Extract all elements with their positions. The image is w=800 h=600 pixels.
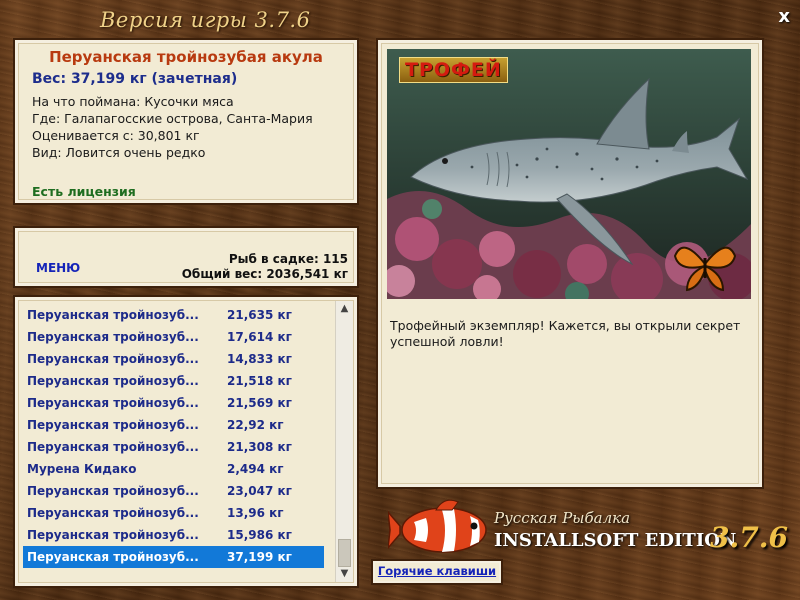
rating-line: Оценивается с: 30,801 кг xyxy=(32,128,200,143)
fish-details: На что поймана: Кусочки мяса Где: Галапа… xyxy=(32,93,340,161)
catch-fish-name: Мурена Кидако xyxy=(27,462,137,476)
catch-list-row[interactable]: Перуанская тройнозуб... 15,986 кг xyxy=(23,524,324,546)
catch-fish-name: Перуанская тройнозуб... xyxy=(27,550,199,564)
catch-list-row[interactable]: Перуанская тройнозуб... 22,92 кг xyxy=(23,414,324,436)
catch-list-row[interactable]: Перуанская тройнозуб... 37,199 кг xyxy=(23,546,324,568)
catch-fish-weight: 21,308 кг xyxy=(227,440,292,454)
hotkeys-button[interactable]: Горячие клавиши xyxy=(373,561,501,583)
catch-list-rows: Перуанская тройнозуб... 21,635 кг Перуанск… xyxy=(23,304,324,568)
catch-fish-weight: 23,047 кг xyxy=(227,484,292,498)
catch-fish-weight: 21,635 кг xyxy=(227,308,292,322)
license-status: Есть лицензия xyxy=(32,184,136,199)
menu-button[interactable]: МЕНЮ xyxy=(36,261,80,275)
window-title: Версия игры 3.7.6 xyxy=(100,8,311,32)
scroll-thumb[interactable] xyxy=(338,539,351,567)
catch-fish-weight: 22,92 кг xyxy=(227,418,284,432)
catch-fish-weight: 37,199 кг xyxy=(227,550,292,564)
keepnet-stats-panel: МЕНЮ Рыб в садке: 115 Общий вес: 2036,54… xyxy=(15,228,357,286)
fish-name: Перуанская тройнозубая акула xyxy=(49,48,323,66)
trophy-panel: ТРОФЕЙ Трофейный экземпляр! Кажется, вы … xyxy=(378,40,762,487)
scroll-up-icon[interactable]: ▲ xyxy=(336,301,353,317)
catch-fish-name: Перуанская тройнозуб... xyxy=(27,374,199,388)
catch-fish-name: Перуанская тройнозуб... xyxy=(27,418,199,432)
shark-photo: ТРОФЕЙ xyxy=(387,49,751,299)
bait-line: На что поймана: Кусочки мяса xyxy=(32,94,234,109)
catch-fish-name: Перуанская тройнозуб... xyxy=(27,330,199,344)
total-weight: Общий вес: 2036,541 кг xyxy=(181,267,348,281)
catch-fish-weight: 21,569 кг xyxy=(227,396,292,410)
catch-list-row[interactable]: Перуанская тройнозуб... 23,047 кг xyxy=(23,480,324,502)
catch-list[interactable]: Перуанская тройнозуб... 21,635 кг Перуанск… xyxy=(15,297,357,586)
catch-fish-name: Перуанская тройнозуб... xyxy=(27,308,199,322)
catch-fish-weight: 15,986 кг xyxy=(227,528,292,542)
catch-list-row[interactable]: Перуанская тройнозуб... 17,614 кг xyxy=(23,326,324,348)
catch-list-row[interactable]: Перуанская тройнозуб... 21,518 кг xyxy=(23,370,324,392)
close-button[interactable]: x xyxy=(778,6,790,27)
shark-image xyxy=(387,49,751,299)
fish-count: Рыб в садке: 115 xyxy=(228,252,348,266)
catch-fish-name: Перуанская тройнозуб... xyxy=(27,528,199,542)
catch-fish-name: Перуанская тройнозуб... xyxy=(27,440,199,454)
catch-list-row[interactable]: Перуанская тройнозуб... 21,308 кг xyxy=(23,436,324,458)
trophy-description: Трофейный экземпляр! Кажется, вы открыли… xyxy=(390,318,741,349)
catch-fish-weight: 14,833 кг xyxy=(227,352,292,366)
scroll-down-icon[interactable]: ▼ xyxy=(336,566,353,582)
catch-fish-weight: 17,614 кг xyxy=(227,330,292,344)
logo-version: 3.7.6 xyxy=(710,521,788,554)
trophy-badge: ТРОФЕЙ xyxy=(399,57,508,83)
catch-fish-name: Перуанская тройнозуб... xyxy=(27,484,199,498)
catch-list-row[interactable]: Перуанская тройнозуб... 14,833 кг xyxy=(23,348,324,370)
catch-fish-name: Перуанская тройнозуб... xyxy=(27,396,199,410)
catch-fish-weight: 13,96 кг xyxy=(227,506,284,520)
catch-fish-name: Перуанская тройнозуб... xyxy=(27,506,199,520)
catch-list-row[interactable]: Перуанская тройнозуб... 13,96 кг xyxy=(23,502,324,524)
keepnet-stats: Рыб в садке: 115 Общий вес: 2036,541 кг xyxy=(182,252,348,282)
catch-list-row[interactable]: Мурена Кидако 2,494 кг xyxy=(23,458,324,480)
logo-edition: INSTALLSOFT EDITION xyxy=(494,530,737,551)
catch-fish-weight: 2,494 кг xyxy=(227,462,284,476)
rarity-line: Вид: Ловится очень редко xyxy=(32,145,206,160)
logo-subtitle: Русская Рыбалка xyxy=(494,509,631,527)
catch-fish-name: Перуанская тройнозуб... xyxy=(27,352,199,366)
fish-weight: Вес: 37,199 кг (зачетная) xyxy=(32,71,238,87)
catch-list-row[interactable]: Перуанская тройнозуб... 21,569 кг xyxy=(23,392,324,414)
location-line: Где: Галапагосские острова, Санта-Мария xyxy=(32,111,313,126)
catch-fish-weight: 21,518 кг xyxy=(227,374,292,388)
catch-list-row[interactable]: Перуанская тройнозуб... 21,635 кг xyxy=(23,304,324,326)
catch-list-scrollbar[interactable]: ▲ ▼ xyxy=(335,301,353,582)
fish-info-panel: Перуанская тройнозубая акула Вес: 37,199… xyxy=(15,40,357,203)
